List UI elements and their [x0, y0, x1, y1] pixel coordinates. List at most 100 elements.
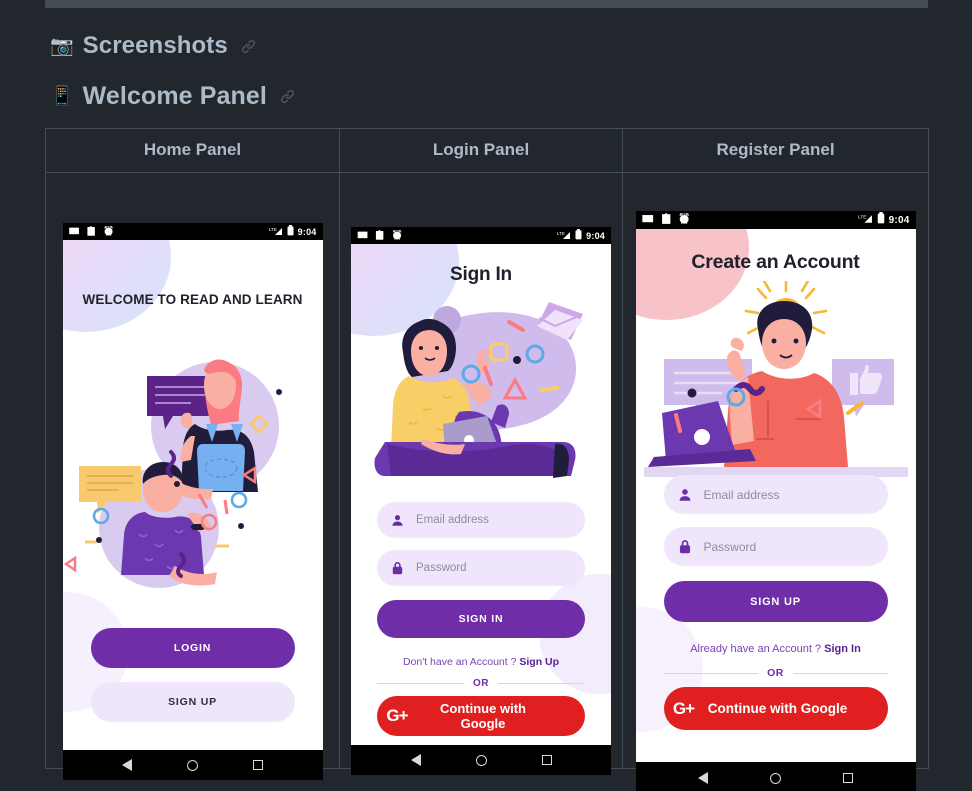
register-screen-content: Create an Account Email address Password…: [635, 229, 916, 762]
login-screen-content: Sign In Email address Password SIGN IN D…: [351, 244, 611, 745]
signup-prompt-text: Don't have an Account ?: [402, 656, 517, 668]
status-bar: 📧 📋 ⏰ LTE 9:04: [62, 223, 323, 241]
mail-icon: 📧: [641, 214, 654, 225]
login-title: Sign In: [450, 264, 512, 285]
table-row: 📧 📋 ⏰ LTE 9:04 WELCOME TO READ AND LEARN…: [45, 172, 929, 791]
battery-icon: [287, 223, 294, 241]
divider-line: [498, 683, 585, 684]
woman-with-laptop-illustration: [374, 302, 583, 478]
alarm-icon: ⏰: [391, 230, 403, 240]
heading-welcome-panel: 📱 Welcome Panel: [50, 82, 295, 111]
google-plus-icon: G+: [672, 698, 695, 718]
column-header-register-panel: Register Panel: [622, 128, 929, 173]
two-people-with-speech-bubbles-illustration: [63, 359, 282, 588]
signal-icon: LTE: [858, 211, 873, 229]
svg-text:LTE: LTE: [557, 231, 565, 236]
or-divider: OR: [663, 667, 888, 679]
google-button-label: Continue with Google: [707, 701, 848, 716]
android-nav-bar: [351, 745, 611, 775]
mail-icon: 📧: [357, 230, 369, 240]
svg-text:LTE: LTE: [858, 215, 866, 221]
signup-link[interactable]: Sign Up: [519, 656, 559, 668]
person-icon: [391, 514, 404, 527]
password-field[interactable]: Password: [377, 550, 585, 586]
email-placeholder: Email address: [416, 514, 489, 526]
sign-up-button[interactable]: SIGN UP: [663, 581, 888, 622]
svg-text:LTE: LTE: [269, 227, 277, 232]
clipboard-icon: 📋: [374, 230, 386, 240]
home-title: WELCOME TO READ AND LEARN: [82, 292, 303, 307]
mobile-phone-emoji: 📱: [50, 86, 74, 107]
camera-emoji: 📷: [50, 35, 74, 57]
or-divider: OR: [377, 678, 585, 689]
register-title: Create an Account: [691, 251, 860, 273]
recents-square-icon[interactable]: [842, 773, 853, 783]
email-placeholder: Email address: [703, 487, 780, 502]
google-button-label: Continue with Google: [440, 701, 526, 731]
heading-screenshots: 📷 Screenshots: [50, 32, 256, 60]
signin-prompt-text: Already have an Account ?: [690, 643, 822, 655]
heading-welcome-panel-label: Welcome Panel: [82, 82, 267, 110]
person-icon: [678, 488, 692, 502]
status-bar: 📧 📋 ⏰ LTE 9:04: [635, 211, 916, 229]
email-field[interactable]: Email address: [377, 502, 585, 538]
battery-icon: [575, 227, 582, 245]
android-nav-bar: [635, 762, 916, 791]
signal-icon: LTE: [269, 223, 283, 241]
signin-link[interactable]: Sign In: [824, 643, 861, 655]
man-with-lightbulb-and-laptop-illustration: [643, 281, 908, 477]
alarm-icon: ⏰: [678, 214, 691, 225]
continue-with-google-button[interactable]: G+ Continue with Google: [663, 687, 888, 730]
recents-square-icon[interactable]: [253, 760, 263, 770]
recents-square-icon[interactable]: [541, 755, 552, 765]
login-button[interactable]: LOGIN: [90, 628, 295, 668]
divider-line: [792, 672, 888, 674]
cell-login-panel: 📧 📋 ⏰ LTE 9:04 Sign In Email address Pas…: [339, 172, 623, 775]
link-icon[interactable]: [241, 39, 256, 54]
back-triangle-icon[interactable]: [122, 759, 132, 771]
mail-icon: 📧: [68, 226, 80, 236]
continue-with-google-button[interactable]: G+ Continue with Google: [377, 696, 585, 736]
signup-button[interactable]: SIGN UP: [90, 682, 295, 722]
lock-icon: [391, 561, 404, 575]
column-header-login-panel: Login Panel: [339, 128, 623, 173]
sign-in-button[interactable]: SIGN IN: [377, 600, 585, 638]
email-field[interactable]: Email address: [663, 475, 888, 514]
back-triangle-icon[interactable]: [410, 754, 421, 766]
or-label: OR: [473, 678, 489, 689]
register-panel-screenshot: 📧 📋 ⏰ LTE 9:04 Create an Account Email a…: [635, 211, 916, 791]
lock-icon: [678, 539, 692, 554]
or-label: OR: [767, 667, 784, 679]
home-circle-icon[interactable]: [475, 754, 487, 766]
alarm-icon: ⏰: [102, 226, 115, 236]
status-bar: 📧 📋 ⏰ LTE 9:04: [351, 227, 611, 244]
cell-register-panel: 📧 📋 ⏰ LTE 9:04 Create an Account Email a…: [622, 172, 929, 791]
home-panel-screenshot: 📧 📋 ⏰ LTE 9:04 WELCOME TO READ AND LEARN…: [62, 223, 323, 780]
home-screen-content: WELCOME TO READ AND LEARN LOGIN SIGN UP: [62, 240, 323, 750]
google-plus-icon: G+: [386, 706, 408, 725]
table-header-row: Home Panel Login Panel Register Panel: [45, 128, 929, 173]
signal-icon: LTE: [557, 227, 571, 245]
back-triangle-icon[interactable]: [698, 772, 709, 784]
divider-line: [663, 672, 759, 674]
link-icon[interactable]: [280, 89, 295, 104]
login-panel-screenshot: 📧 📋 ⏰ LTE 9:04 Sign In Email address Pas…: [351, 227, 611, 775]
status-bar-time: 9:04: [586, 230, 605, 241]
password-field[interactable]: Password: [663, 527, 888, 566]
status-bar-time: 9:04: [888, 214, 910, 226]
signin-prompt: Already have an Account ? Sign In: [636, 643, 916, 655]
battery-icon: [877, 211, 885, 229]
home-circle-icon[interactable]: [769, 772, 781, 784]
cell-home-panel: 📧 📋 ⏰ LTE 9:04 WELCOME TO READ AND LEARN…: [45, 172, 340, 780]
android-nav-bar: [62, 750, 323, 780]
home-circle-icon[interactable]: [187, 759, 198, 771]
divider-line: [377, 683, 464, 684]
screenshots-table: Home Panel Login Panel Register Panel 📧 …: [45, 128, 929, 791]
status-bar-time: 9:04: [297, 226, 317, 237]
heading-screenshots-label: Screenshots: [82, 32, 228, 59]
clipboard-icon: 📋: [85, 226, 97, 236]
clipboard-icon: 📋: [659, 214, 673, 225]
password-placeholder: Password: [416, 562, 467, 574]
section-divider: [45, 0, 928, 8]
readme-page: 📷 Screenshots 📱 Welcome Panel Home Panel…: [0, 0, 972, 791]
